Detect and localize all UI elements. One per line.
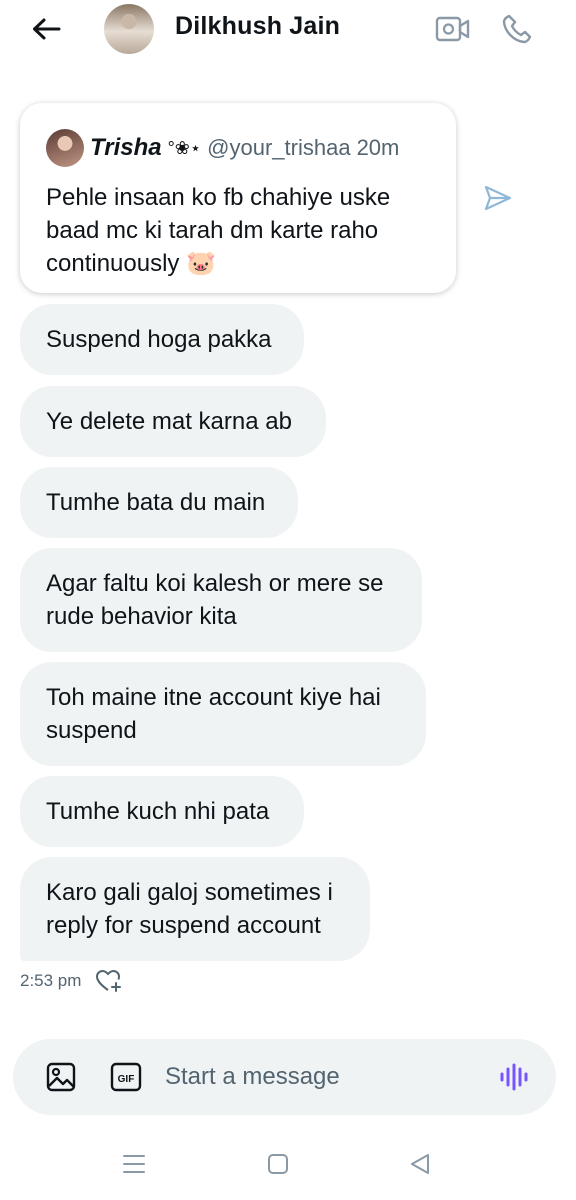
quoted-author-decoration: °❀⋆	[167, 137, 202, 158]
menu-lines-icon	[123, 1155, 145, 1173]
quoted-tweet-age: 20m	[356, 135, 400, 160]
phone-call-button[interactable]	[497, 10, 537, 48]
quoted-tweet-card[interactable]: Trisha °❀⋆ @your_trishaa 20m Pehle insaa…	[20, 103, 456, 293]
quoted-tweet-header: Trisha °❀⋆ @your_trishaa 20m	[46, 129, 432, 167]
quoted-author-name: Trisha	[90, 134, 162, 161]
home-button[interactable]	[258, 1146, 298, 1182]
recent-apps-button[interactable]	[114, 1146, 154, 1182]
triangle-back-icon	[411, 1154, 429, 1174]
message-bubble[interactable]: Agar faltu koi kalesh or mere se rude be…	[20, 548, 422, 652]
back-nav-button[interactable]	[400, 1146, 440, 1182]
add-reaction-button[interactable]	[95, 969, 123, 993]
image-icon	[46, 1062, 76, 1092]
message-bubble[interactable]: Tumhe kuch nhi pata	[20, 776, 304, 847]
back-button[interactable]	[26, 12, 66, 46]
share-tweet-button[interactable]	[478, 178, 518, 218]
message-timestamp: 2:53 pm	[20, 971, 82, 990]
video-call-button[interactable]	[433, 10, 473, 48]
contact-avatar[interactable]	[104, 4, 154, 54]
message-meta: 2:53 pm	[20, 969, 123, 993]
message-bubble[interactable]: Karo gali galoj sometimes i reply for su…	[20, 857, 370, 961]
message-composer: GIF	[13, 1039, 556, 1115]
square-home-icon	[268, 1154, 288, 1174]
quoted-author-handle: @your_trishaa	[207, 135, 351, 160]
add-gif-button[interactable]: GIF	[107, 1058, 145, 1096]
quoted-author-avatar	[46, 129, 84, 167]
message-bubble[interactable]: Suspend hoga pakka	[20, 304, 304, 375]
back-arrow-icon	[33, 18, 61, 40]
voice-message-button[interactable]	[495, 1058, 533, 1096]
video-call-icon	[435, 16, 470, 42]
message-bubble[interactable]: Tumhe bata du main	[20, 467, 298, 538]
gif-icon: GIF	[110, 1062, 142, 1092]
message-bubble[interactable]: Toh maine itne account kiye hai suspend	[20, 662, 426, 766]
phone-call-icon	[502, 14, 532, 44]
add-photo-button[interactable]	[42, 1058, 80, 1096]
gif-label: GIF	[118, 1074, 135, 1085]
voice-waveform-icon	[500, 1063, 528, 1091]
message-input[interactable]	[165, 1057, 465, 1097]
heart-plus-icon	[96, 969, 122, 992]
message-bubble[interactable]: Ye delete mat karna ab	[20, 386, 326, 457]
contact-name[interactable]: Dilkhush Jain	[175, 12, 340, 41]
send-icon	[484, 185, 512, 211]
quoted-tweet-text: Pehle insaan ko fb chahiye uske baad mc …	[46, 184, 391, 277]
